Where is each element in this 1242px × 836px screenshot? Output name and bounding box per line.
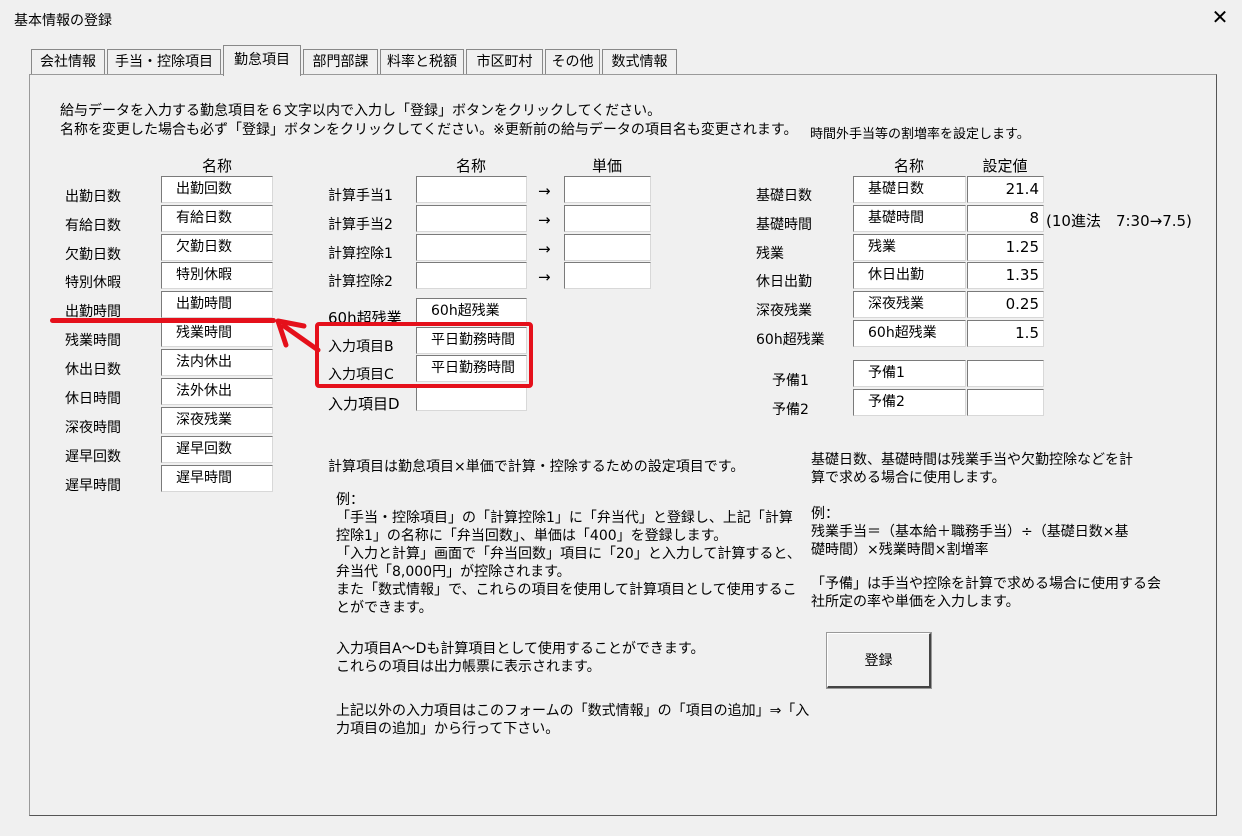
decimal-note: (10進法 7:30→7.5) — [1046, 212, 1192, 230]
attendance-label: 深夜時間 — [65, 420, 121, 436]
highlight-underline — [50, 318, 276, 323]
register-button[interactable]: 登録 — [826, 632, 932, 689]
attendance-label: 残業時間 — [65, 333, 121, 349]
spare-name-field[interactable]: 予備2 — [853, 389, 966, 416]
calc-help-other: 上記以外の入力項目はこのフォームの「数式情報」の「項目の追加」⇒「入 力項目の追… — [336, 703, 810, 737]
instruction-line-1: 給与データを入力する勤怠項目を６文字以内で入力し「登録」ボタンをクリックしてくだ… — [60, 103, 662, 119]
calc-price-field[interactable] — [564, 176, 651, 203]
input-item-field[interactable] — [416, 384, 527, 411]
attendance-name-field[interactable]: 特別休暇 — [161, 262, 273, 289]
tab-municipalities[interactable]: 市区町村 — [466, 49, 543, 74]
rate-name-field[interactable]: 基礎日数 — [853, 176, 966, 203]
attendance-label: 欠勤日数 — [65, 247, 121, 263]
rate-value-field[interactable]: 1.25 — [967, 234, 1044, 261]
calc-label: 計算手当2 — [328, 217, 393, 233]
rate-name-field[interactable]: 深夜残業 — [853, 291, 966, 318]
tab-attendance[interactable]: 勤怠項目 — [223, 45, 301, 76]
rate-value-field[interactable]: 8 — [967, 205, 1044, 232]
attendance-name-field[interactable]: 遅早回数 — [161, 436, 273, 463]
calc-name-field[interactable] — [416, 234, 527, 261]
spare-name-field[interactable]: 予備1 — [853, 360, 966, 387]
spare-value-field[interactable] — [967, 360, 1044, 387]
input-item-field[interactable]: 60h超残業 — [416, 298, 527, 325]
attendance-name-field[interactable]: 出勤時間 — [161, 291, 273, 318]
rate-name-field[interactable]: 休日出勤 — [853, 262, 966, 289]
rates-help-text: 基礎日数、基礎時間は残業手当や欠勤控除などを計 算で求める場合に使用します。 — [811, 452, 1133, 486]
pointer-arrow-icon — [275, 318, 321, 353]
calc-price-header: 単価 — [591, 157, 622, 175]
calc-label: 計算手当1 — [328, 188, 393, 204]
rate-label: 基礎時間 — [756, 217, 812, 233]
calc-name-field[interactable] — [416, 176, 527, 203]
rate-label: 基礎日数 — [756, 188, 812, 204]
calc-price-field[interactable] — [564, 262, 651, 289]
rates-help-example: 例： 残業手当＝（基本給＋職務手当）÷（基礎日数×基 礎時間）×残業時間×割増率 — [811, 506, 1129, 558]
rate-label: 60h超残業 — [756, 332, 825, 348]
rate-label: 深夜残業 — [756, 303, 812, 319]
tab-company-info[interactable]: 会社情報 — [31, 49, 105, 74]
attendance-label: 有給日数 — [65, 218, 121, 234]
arrow-right-icon: → — [538, 182, 551, 200]
window-title: 基本情報の登録 — [14, 13, 112, 29]
arrow-right-icon: → — [538, 268, 551, 286]
rate-name-field[interactable]: 基礎時間 — [853, 205, 966, 232]
rate-name-field[interactable]: 60h超残業 — [853, 320, 966, 347]
rates-help-spare: 「予備」は手当や控除を計算で求める場合に使用する会 社所定の率や単価を入力します… — [811, 576, 1161, 610]
rate-value-field[interactable]: 21.4 — [967, 176, 1044, 203]
attendance-name-field[interactable]: 残業時間 — [161, 320, 273, 347]
attendance-name-field[interactable]: 法外休出 — [161, 378, 273, 405]
spare-label: 予備2 — [772, 402, 809, 418]
tab-allowance-deduction[interactable]: 手当・控除項目 — [107, 49, 221, 74]
calc-help-title: 計算項目は勤怠項目×単価で計算・控除するための設定項目です。 — [328, 459, 745, 475]
calc-name-field[interactable] — [416, 262, 527, 289]
attendance-label: 遅早時間 — [65, 478, 121, 494]
highlight-box — [315, 322, 533, 388]
rates-name-header: 名称 — [893, 157, 924, 175]
rate-label: 残業 — [756, 246, 784, 262]
attendance-name-field[interactable]: 欠勤日数 — [161, 234, 273, 261]
calc-help-inputs: 入力項目A～Dも計算項目として使用することができます。 これらの項目は出力帳票に… — [336, 641, 705, 675]
attendance-label: 特別休暇 — [65, 275, 121, 291]
calc-name-header: 名称 — [455, 157, 486, 175]
rate-value-field[interactable]: 0.25 — [967, 291, 1044, 318]
calc-name-field[interactable] — [416, 205, 527, 232]
calc-label: 計算控除1 — [328, 246, 393, 262]
attendance-name-field[interactable]: 遅早時間 — [161, 465, 273, 492]
attendance-name-field[interactable]: 深夜残業 — [161, 407, 273, 434]
calc-price-field[interactable] — [564, 234, 651, 261]
instruction-line-2: 名称を変更した場合も必ず「登録」ボタンをクリックしてください。※更新前の給与デー… — [60, 122, 798, 138]
arrow-right-icon: → — [538, 211, 551, 229]
input-item-label: 入力項目D — [328, 395, 400, 413]
spare-label: 予備1 — [772, 373, 809, 389]
attendance-name-field[interactable]: 有給日数 — [161, 205, 273, 232]
attendance-label: 休日時間 — [65, 391, 121, 407]
calc-help-example: 例： 「手当・控除項目」の「計算控除1」に「弁当代」と登録し、上記「計算 控除1… — [336, 492, 801, 616]
tab-other[interactable]: その他 — [545, 49, 600, 74]
attendance-name-field[interactable]: 法内休出 — [161, 349, 273, 376]
spare-value-field[interactable] — [967, 389, 1044, 416]
rates-instruction: 時間外手当等の割増率を設定します。 — [810, 127, 1030, 142]
rates-value-header: 設定値 — [982, 157, 1028, 175]
arrow-right-icon: → — [538, 240, 551, 258]
rate-value-field[interactable]: 1.5 — [967, 320, 1044, 347]
tab-rates-taxes[interactable]: 料率と税額 — [380, 49, 464, 74]
rate-name-field[interactable]: 残業 — [853, 234, 966, 261]
rate-value-field[interactable]: 1.35 — [967, 262, 1044, 289]
attendance-label: 出勤日数 — [65, 189, 121, 205]
tab-departments[interactable]: 部門部課 — [303, 49, 378, 74]
tab-formula-info[interactable]: 数式情報 — [602, 49, 677, 74]
calc-label: 計算控除2 — [328, 274, 393, 290]
calc-price-field[interactable] — [564, 205, 651, 232]
rate-label: 休日出勤 — [756, 274, 812, 290]
attendance-name-header: 名称 — [201, 157, 232, 175]
attendance-label: 遅早回数 — [65, 449, 121, 465]
attendance-label: 休出日数 — [65, 362, 121, 378]
close-icon[interactable]: ✕ — [1209, 6, 1231, 28]
attendance-name-field[interactable]: 出勤回数 — [161, 176, 273, 203]
